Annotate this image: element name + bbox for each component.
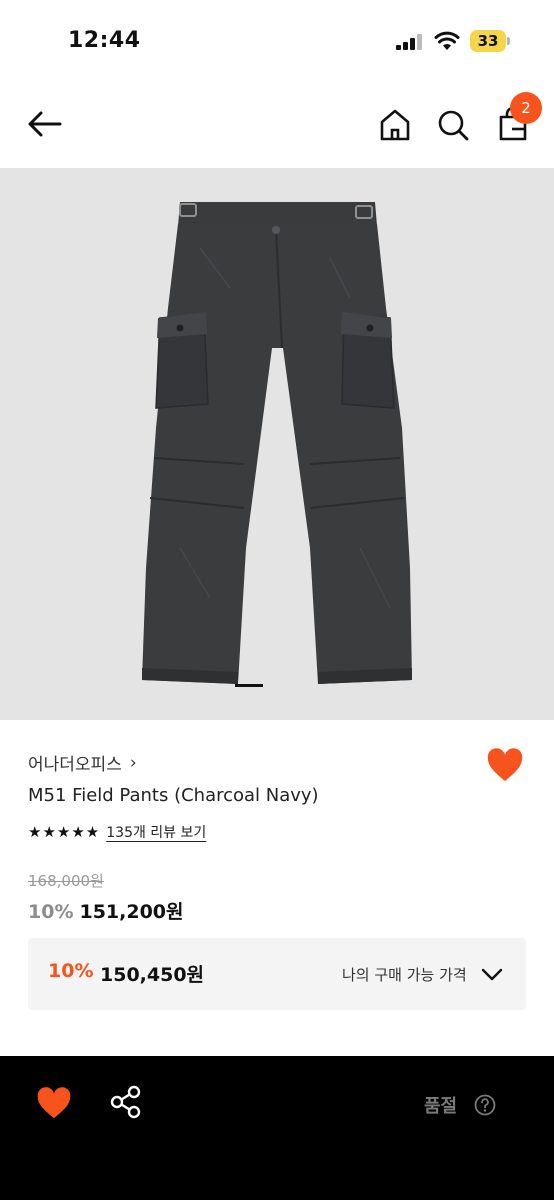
like-button[interactable]	[486, 747, 524, 785]
my-price-discount: 10%	[48, 960, 94, 982]
sale-discount: 10%	[28, 901, 74, 923]
share-icon	[110, 1085, 141, 1119]
sold-out-status: 품절	[424, 1096, 458, 1117]
search-icon	[438, 110, 469, 141]
sale-price-row: 10% 151,200원	[28, 897, 184, 924]
product-image[interactable]	[0, 168, 554, 720]
search-button[interactable]	[434, 106, 472, 144]
back-arrow-icon	[28, 111, 62, 137]
bottom-action-bar: 품절	[0, 1056, 554, 1200]
battery-tip	[507, 37, 510, 45]
rating-stars: ★★★★★	[28, 823, 101, 841]
heart-icon	[37, 1087, 71, 1119]
header	[0, 80, 554, 168]
brand-name: 어나더오피스	[28, 755, 122, 775]
rating-row: ★★★★★ 135개 리뷰 보기	[28, 822, 206, 842]
home-icon	[380, 109, 410, 141]
help-icon[interactable]	[474, 1094, 496, 1116]
chevron-right-icon: ›	[129, 752, 137, 773]
signal-icon	[396, 34, 422, 50]
battery-body: 33	[470, 30, 506, 52]
product-name: M51 Field Pants (Charcoal Navy)	[28, 785, 319, 806]
battery-indicator: 33	[470, 30, 510, 52]
battery-level: 33	[477, 32, 499, 50]
cart-count-badge: 2	[510, 92, 542, 124]
bottom-like-button[interactable]	[36, 1086, 72, 1122]
home-button[interactable]	[376, 106, 414, 144]
reviews-link[interactable]: 135개 리뷰 보기	[106, 822, 206, 842]
heart-icon	[487, 748, 523, 781]
my-price-value: 150,450원	[100, 964, 205, 986]
brand-link[interactable]: 어나더오피스 ›	[28, 750, 137, 776]
image-page-indicator	[235, 684, 263, 687]
back-button[interactable]	[24, 106, 66, 142]
status-time: 12:44	[68, 28, 141, 53]
sale-price: 151,200원	[79, 901, 184, 923]
status-bar: 12:44 33	[0, 0, 554, 80]
share-button[interactable]	[108, 1084, 144, 1120]
pants-illustration	[142, 202, 412, 684]
original-price: 168,000원	[28, 872, 104, 890]
chevron-down-icon	[481, 968, 503, 981]
wifi-icon	[434, 31, 460, 50]
my-price-label: 나의 구매 가능 가격	[342, 966, 467, 984]
my-price-dropdown[interactable]: 10% 150,450원 나의 구매 가능 가격	[28, 938, 526, 1010]
